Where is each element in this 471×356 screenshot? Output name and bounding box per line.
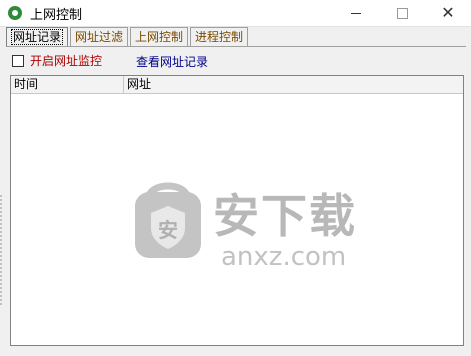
monitor-checkbox[interactable] xyxy=(12,54,24,67)
shield-char: 安 xyxy=(158,218,178,242)
maximize-icon xyxy=(396,7,408,19)
title-bar: 上网控制 ✕ xyxy=(0,0,471,27)
tab-label: 进程控制 xyxy=(195,30,244,44)
shield-logo-icon: 安 xyxy=(135,182,201,258)
tab-bar: 网址记录 网址过滤 上网控制 进程控制 xyxy=(6,27,250,47)
watermark: 安 安下载 anxz.com xyxy=(131,176,361,276)
window-title: 上网控制 xyxy=(30,8,83,23)
tab-label: 网址过滤 xyxy=(75,30,124,44)
watermark-subtitle: anxz.com xyxy=(221,242,347,272)
url-records-list[interactable]: 时间 网址 安 安下载 anxz.com xyxy=(10,75,464,346)
list-header: 时间 网址 xyxy=(11,76,463,94)
tab-process-control[interactable]: 进程控制 xyxy=(190,27,249,46)
watermark-title: 安下载 xyxy=(213,189,357,243)
tab-url-record[interactable]: 网址记录 xyxy=(6,27,69,46)
column-header-url[interactable]: 网址 xyxy=(124,76,463,93)
url-record-panel: 开启网址监控 查看网址记录 时间 网址 安 安下载 anxz.com xyxy=(6,46,466,353)
tab-internet-control[interactable]: 上网控制 xyxy=(130,27,189,46)
tab-label: 上网控制 xyxy=(135,30,184,44)
monitor-checkbox-row[interactable]: 开启网址监控 xyxy=(12,52,102,69)
close-icon: ✕ xyxy=(441,3,455,22)
app-icon xyxy=(8,6,22,20)
maximize-button[interactable] xyxy=(379,0,425,26)
window-edge-divider xyxy=(0,195,5,305)
tab-label: 网址记录 xyxy=(11,29,64,45)
column-header-time[interactable]: 时间 xyxy=(11,76,124,93)
view-records-link[interactable]: 查看网址记录 xyxy=(136,53,208,70)
close-button[interactable]: ✕ xyxy=(425,0,471,26)
minimize-button[interactable] xyxy=(333,0,379,26)
monitor-checkbox-label[interactable]: 开启网址监控 xyxy=(30,52,102,69)
minimize-icon xyxy=(351,12,361,14)
tab-url-filter[interactable]: 网址过滤 xyxy=(70,27,129,46)
